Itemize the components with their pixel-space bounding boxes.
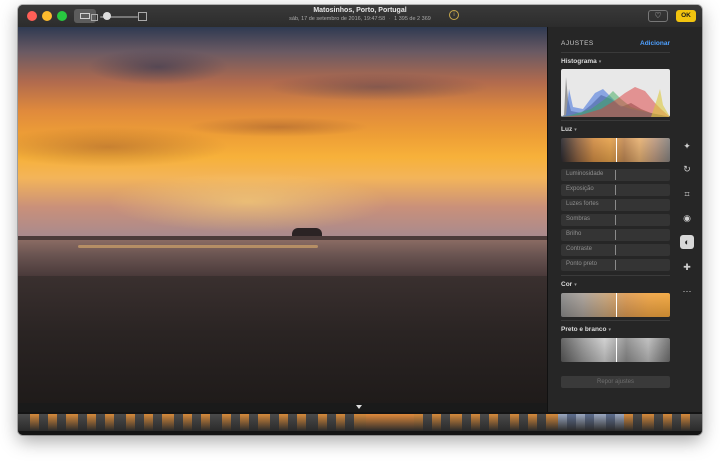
sub-slider-label: Contraste [566, 246, 593, 252]
sub-slider-handle[interactable] [615, 260, 616, 270]
edit-toolbar: ✦ ↻ ⌗ ◉ ◐ ✚ ⋯ [678, 27, 702, 412]
histogram-label: Histograma [561, 58, 597, 65]
histogram-title[interactable]: Histograma ▾ [561, 58, 601, 65]
sub-slider-handle[interactable] [615, 230, 616, 240]
sub-slider-label: Exposição [566, 186, 594, 192]
light-label: Luz [561, 126, 573, 133]
info-icon[interactable]: i [449, 10, 459, 20]
photo-location-title: Matosinhos, Porto, Portugal [313, 7, 407, 14]
sub-slider-label: Sombras [566, 216, 591, 222]
light-title[interactable]: Luz ▾ [561, 126, 577, 133]
filmstrip[interactable] [18, 412, 702, 435]
color-title[interactable]: Cor ▾ [561, 281, 577, 288]
filmstrip-pointer-icon [356, 405, 362, 409]
adjust-icon[interactable]: ◐ [680, 235, 694, 249]
more-icon[interactable]: ⋯ [680, 284, 694, 298]
panel-divider [561, 320, 670, 321]
photo-beach [18, 276, 547, 403]
filters-icon[interactable]: ◉ [680, 211, 694, 225]
sub-slider-exposure[interactable]: Exposição [561, 184, 670, 196]
add-adjustment-button[interactable]: Adicionar [635, 40, 670, 47]
sub-slider-handle[interactable] [615, 200, 616, 210]
panel-header: AJUSTES [561, 40, 594, 47]
sub-slider-handle[interactable] [615, 185, 616, 195]
color-slider-strip[interactable] [561, 293, 670, 317]
rotate-icon[interactable]: ↻ [680, 162, 694, 176]
magic-wand-icon[interactable]: ✦ [680, 139, 694, 153]
sub-slider-label: Brilho [566, 231, 582, 237]
color-label: Cor [561, 281, 573, 288]
panel-divider [561, 120, 670, 121]
color-slider-handle[interactable] [616, 293, 617, 317]
chevron-down-icon: ▾ [574, 127, 577, 133]
sub-slider-handle[interactable] [615, 170, 616, 180]
bw-title[interactable]: Preto e branco ▾ [561, 326, 611, 333]
photo-sky [18, 27, 547, 237]
sub-slider-handle[interactable] [615, 215, 616, 225]
sub-slider-label: Luminosidade [566, 171, 604, 177]
photo-subtitle: sáb, 17 de setembro de 2016, 19:47:58 · … [18, 16, 702, 22]
bw-label: Preto e branco [561, 326, 607, 333]
sub-slider-shadows[interactable]: Sombras [561, 214, 670, 226]
histogram-graph [561, 77, 670, 117]
chevron-down-icon: ▾ [574, 282, 577, 288]
sub-slider-contrast[interactable]: Contraste [561, 244, 670, 256]
light-slider-handle[interactable] [616, 138, 617, 162]
photo-count: 1 395 de 2 369 [394, 16, 431, 22]
ok-button[interactable]: OK [676, 10, 696, 22]
photos-window: Matosinhos, Porto, Portugal sáb, 17 de s… [18, 5, 702, 435]
sub-slider-black-point[interactable]: Ponto preto [561, 259, 670, 271]
filmstrip-thumbnail[interactable] [690, 414, 702, 431]
chevron-down-icon: ▾ [608, 327, 612, 333]
chevron-down-icon: ▾ [598, 59, 602, 65]
sub-slider-handle[interactable] [615, 245, 616, 255]
sub-slider-brightness[interactable]: Brilho [561, 229, 670, 241]
photo-date: sáb, 17 de setembro de 2016, 19:47:58 [289, 16, 386, 22]
bw-slider-strip[interactable] [561, 338, 670, 362]
reset-adjustments-button[interactable]: Repor ajustes [561, 376, 670, 388]
crop-icon[interactable]: ⌗ [680, 187, 694, 201]
bw-slider-handle[interactable] [616, 338, 617, 362]
retouch-icon[interactable]: ✚ [680, 260, 694, 274]
photo-canvas[interactable] [18, 27, 547, 403]
heart-icon: ♡ [654, 11, 662, 20]
panel-divider [561, 52, 670, 53]
title-bar: Matosinhos, Porto, Portugal sáb, 17 de s… [18, 5, 702, 28]
sub-slider-label: Ponto preto [566, 261, 598, 267]
sub-slider-label: Luzes fortes [566, 201, 599, 207]
sub-slider-highlights[interactable]: Luzes fortes [561, 199, 670, 211]
favorite-button[interactable]: ♡ [648, 10, 668, 22]
panel-divider [561, 275, 670, 276]
light-slider-strip[interactable] [561, 138, 670, 162]
histogram [561, 69, 670, 117]
photo-sea-glint [78, 245, 318, 248]
sub-slider-brilliance[interactable]: Luminosidade [561, 169, 670, 181]
subtitle-separator: · [388, 16, 391, 22]
